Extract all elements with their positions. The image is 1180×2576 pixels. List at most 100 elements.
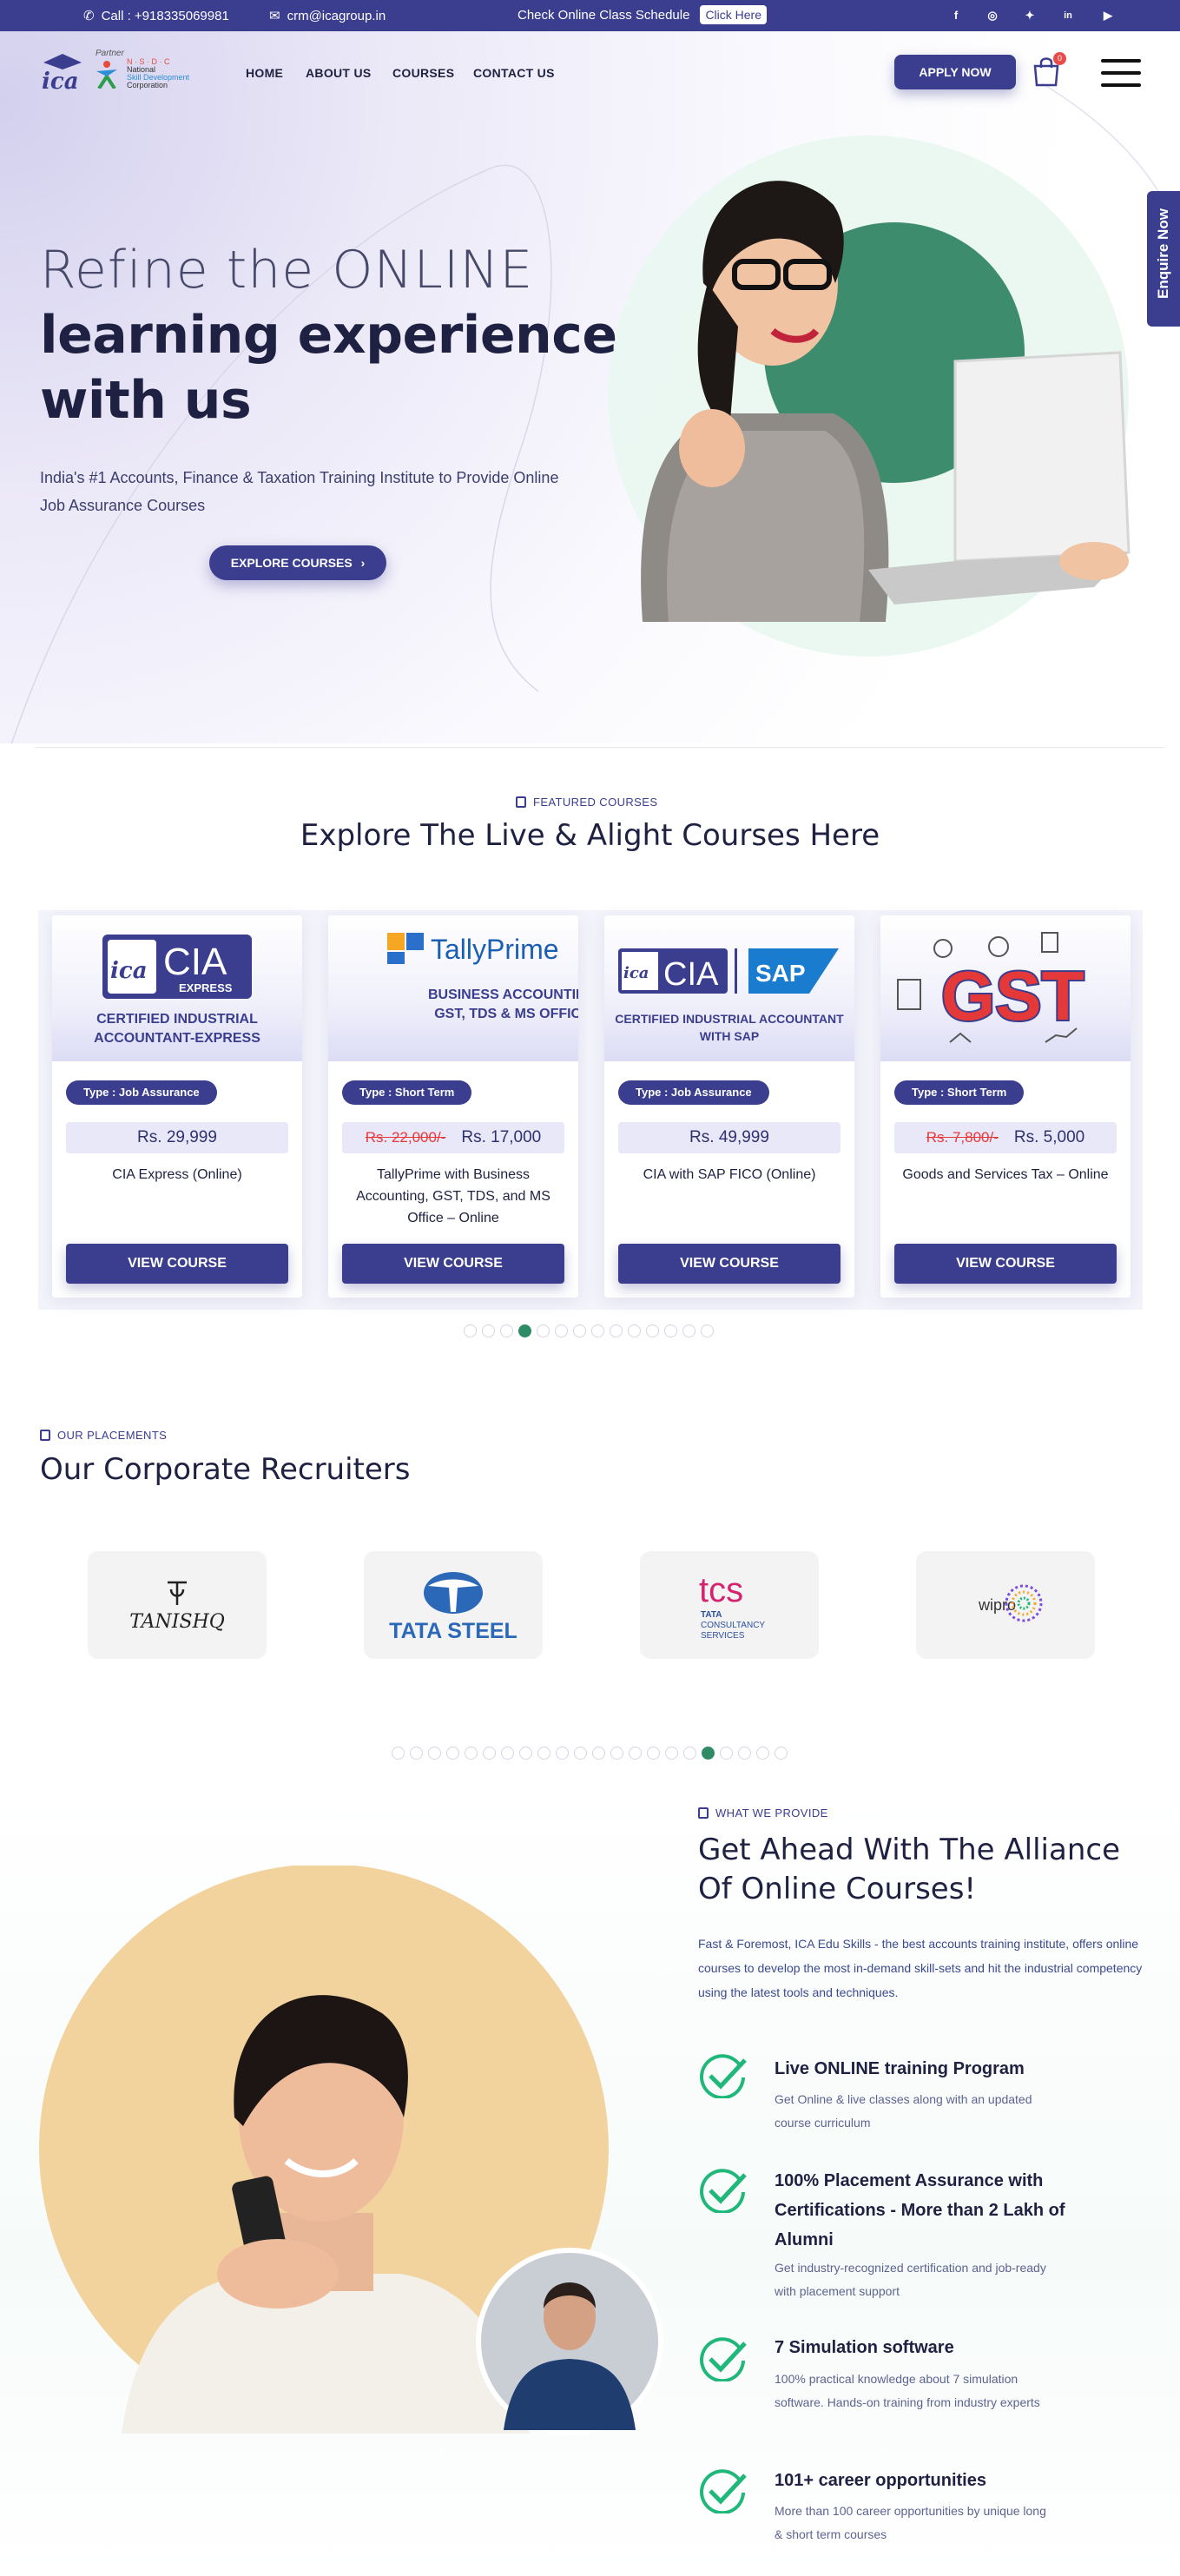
view-course-button[interactable]: VIEW COURSE bbox=[342, 1244, 564, 1284]
carousel-dot[interactable] bbox=[573, 1324, 586, 1338]
view-course-button[interactable]: VIEW COURSE bbox=[66, 1244, 288, 1284]
cia-sap-banner-graphic: ica CIA SAP CERTIFIED INDUSTRIAL ACCOUNT… bbox=[615, 948, 844, 1043]
carousel-dot[interactable] bbox=[610, 1747, 623, 1760]
carousel-dot[interactable] bbox=[592, 1747, 605, 1760]
carousel-dot[interactable] bbox=[555, 1324, 568, 1338]
facebook-icon[interactable]: f bbox=[947, 7, 965, 24]
ica-logo[interactable]: ica bbox=[40, 50, 85, 95]
carousel-dot[interactable] bbox=[501, 1747, 514, 1760]
nsdc-logo-text: N · S · D · C National Skill Development… bbox=[127, 58, 189, 89]
svg-text:EXPRESS: EXPRESS bbox=[179, 981, 233, 994]
carousel-dot[interactable] bbox=[464, 1324, 477, 1338]
linkedin-icon[interactable]: in bbox=[1059, 7, 1077, 24]
nav-contact-us[interactable]: CONTACT US bbox=[473, 66, 555, 80]
hero-title-line2: learning experience bbox=[40, 305, 617, 366]
carousel-dot[interactable] bbox=[500, 1324, 513, 1338]
email-text: crm@icagroup.in bbox=[287, 8, 386, 23]
carousel-dot[interactable] bbox=[574, 1747, 587, 1760]
book-icon bbox=[40, 1430, 50, 1441]
carousel-dot[interactable] bbox=[628, 1324, 641, 1338]
svg-text:CONSULTANCY: CONSULTANCY bbox=[701, 1621, 765, 1630]
course-name: CIA Express (Online) bbox=[112, 1167, 242, 1182]
nav-courses[interactable]: COURSES bbox=[392, 66, 454, 80]
carousel-dot[interactable] bbox=[665, 1747, 678, 1760]
carousel-dot[interactable] bbox=[646, 1324, 659, 1338]
course-price: Rs. 7,800/- Rs. 5,000 bbox=[894, 1122, 1117, 1153]
carousel-dot[interactable] bbox=[775, 1747, 788, 1760]
svg-text:CIA: CIA bbox=[163, 941, 227, 983]
carousel-dot[interactable] bbox=[720, 1747, 733, 1760]
nav-about-us[interactable]: ABOUT US bbox=[306, 66, 372, 80]
course-name: TallyPrime with Business Accounting, GST… bbox=[356, 1167, 550, 1225]
nsdc-line4: Corporation bbox=[127, 81, 168, 89]
student-phone-image bbox=[39, 1866, 663, 2435]
tata-steel-logo: TATA STEEL bbox=[389, 1572, 517, 1643]
recruiter-logo-tata-steel: TATA STEEL bbox=[364, 1551, 543, 1659]
carousel-dot[interactable] bbox=[664, 1324, 677, 1338]
svg-text:ACCOUNTANT-EXPRESS: ACCOUNTANT-EXPRESS bbox=[94, 1031, 260, 1046]
explore-courses-label: EXPLORE COURSES bbox=[230, 556, 353, 570]
view-course-button[interactable]: VIEW COURSE bbox=[618, 1244, 841, 1284]
email-link[interactable]: ✉ crm@icagroup.in bbox=[269, 8, 386, 24]
apply-now-button[interactable]: APPLY NOW bbox=[894, 55, 1016, 89]
hero-section: Refine the ONLINE learning experience wi… bbox=[0, 31, 1180, 743]
feature-title: Live ONLINE training Program bbox=[775, 2059, 1025, 2078]
carousel-dot[interactable] bbox=[482, 1324, 495, 1338]
carousel-dot[interactable] bbox=[756, 1747, 769, 1760]
course-type-badge: Type : Job Assurance bbox=[618, 1080, 769, 1105]
carousel-dot[interactable] bbox=[702, 1747, 715, 1760]
course-price: Rs. 29,999 bbox=[66, 1122, 288, 1153]
svg-text:TATA: TATA bbox=[701, 1610, 722, 1620]
view-course-button[interactable]: VIEW COURSE bbox=[894, 1244, 1117, 1284]
course-name: CIA with SAP FICO (Online) bbox=[643, 1167, 816, 1182]
carousel-dot[interactable] bbox=[647, 1747, 660, 1760]
phone-link[interactable]: ✆ Call : +918335069981 bbox=[83, 8, 229, 24]
click-here-button[interactable]: Click Here bbox=[700, 5, 768, 24]
carousel-dot[interactable] bbox=[483, 1747, 496, 1760]
youtube-icon[interactable]: ▶ bbox=[1099, 7, 1117, 24]
carousel-dot[interactable] bbox=[683, 1747, 696, 1760]
section-divider bbox=[35, 747, 1164, 748]
carousel-dot[interactable] bbox=[537, 1747, 550, 1760]
cart-button[interactable]: 0 bbox=[1032, 52, 1066, 90]
svg-text:wipro: wipro bbox=[978, 1596, 1016, 1614]
chevron-right-icon: › bbox=[360, 556, 366, 570]
twitter-icon[interactable]: ✦ bbox=[1021, 7, 1038, 24]
feature-desc: 100% practical knowledge about 7 simulat… bbox=[775, 2372, 1040, 2409]
hamburger-menu-icon[interactable] bbox=[1101, 59, 1141, 89]
course-card: ica CIA SAP CERTIFIED INDUSTRIAL ACCOUNT… bbox=[604, 915, 854, 1298]
carousel-dot[interactable] bbox=[428, 1747, 441, 1760]
whatsapp-icon[interactable]: ◎ bbox=[984, 7, 1001, 24]
carousel-dot[interactable] bbox=[446, 1747, 459, 1760]
carousel-dot[interactable] bbox=[465, 1747, 478, 1760]
carousel-dot[interactable] bbox=[410, 1747, 423, 1760]
carousel-dot[interactable] bbox=[519, 1747, 532, 1760]
recruiter-logo-wipro: wipro bbox=[916, 1551, 1095, 1659]
schedule-text: Check Online Class Schedule bbox=[517, 7, 690, 23]
carousel-dot[interactable] bbox=[682, 1324, 695, 1338]
enquire-now-tab[interactable]: Enquire Now bbox=[1147, 191, 1180, 327]
carousel-dot[interactable] bbox=[591, 1324, 604, 1338]
carousel-dot[interactable] bbox=[537, 1324, 550, 1338]
featured-tag-text: FEATURED COURSES bbox=[533, 796, 658, 809]
carousel-dot[interactable] bbox=[392, 1747, 405, 1760]
book-icon bbox=[516, 796, 526, 808]
course-type-badge: Type : Short Term bbox=[342, 1080, 472, 1105]
price-original: Rs. 22,000/- bbox=[365, 1129, 446, 1146]
svg-text:ica: ica bbox=[42, 69, 79, 94]
partner-label: Partner bbox=[96, 49, 124, 58]
featured-section-title: Explore The Live & Alight Courses Here bbox=[300, 818, 880, 853]
recruiters-carousel-pager bbox=[392, 1747, 788, 1760]
hero-subtitle: India's #1 Accounts, Finance & Taxation … bbox=[40, 469, 559, 514]
nav-home[interactable]: HOME bbox=[246, 66, 283, 80]
carousel-dot[interactable] bbox=[701, 1324, 714, 1338]
course-banner-cia-sap: ica CIA SAP CERTIFIED INDUSTRIAL ACCOUNT… bbox=[604, 915, 854, 1061]
carousel-dot[interactable] bbox=[518, 1324, 531, 1338]
carousel-dot[interactable] bbox=[556, 1747, 569, 1760]
provide-title: Get Ahead With The Alliance Of Online Co… bbox=[698, 1831, 1120, 1909]
carousel-dot[interactable] bbox=[629, 1747, 642, 1760]
svg-text:tcs: tcs bbox=[699, 1571, 743, 1609]
carousel-dot[interactable] bbox=[610, 1324, 623, 1338]
carousel-dot[interactable] bbox=[738, 1747, 751, 1760]
explore-courses-button[interactable]: EXPLORE COURSES › bbox=[209, 545, 386, 580]
